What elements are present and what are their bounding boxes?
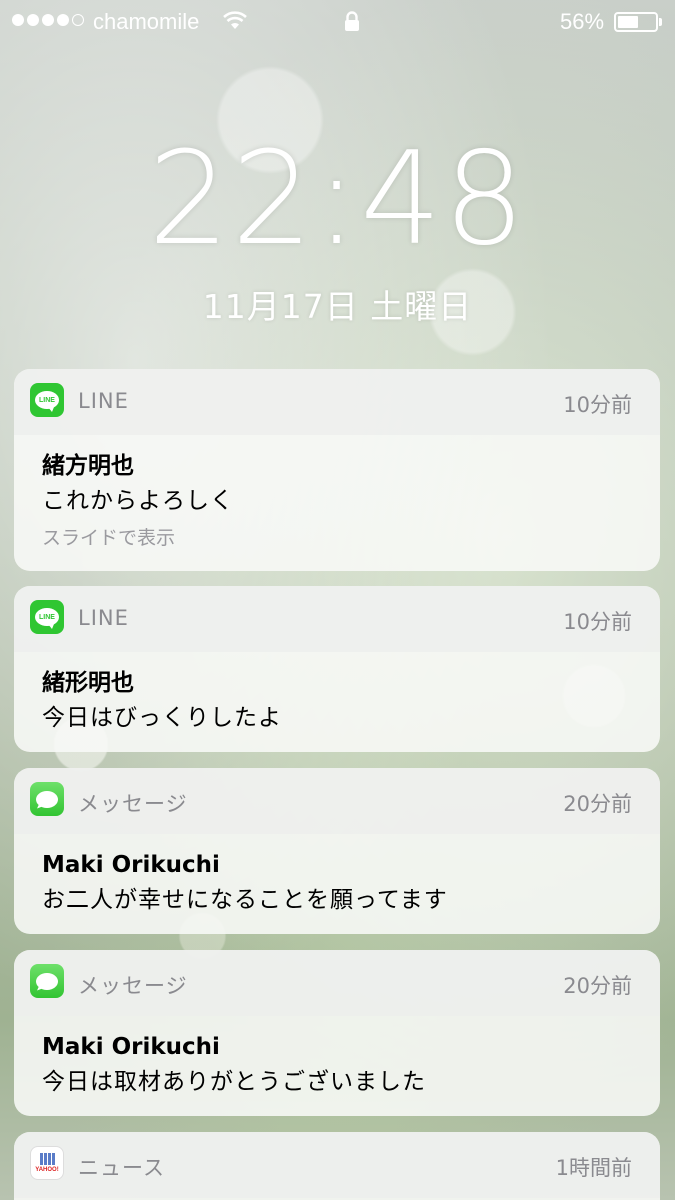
notification-header: LINE LINE 10分前: [14, 586, 660, 652]
notification-time: 20分前: [563, 974, 632, 998]
notification-sender: Maki Orikuchi: [42, 852, 220, 878]
notification-app-name: メッセージ: [78, 792, 188, 816]
notification-card[interactable]: YAHOO! ニュース 1時間前: [14, 1132, 660, 1200]
notification-message: これからよろしく: [42, 488, 234, 514]
carrier-name: chamomile: [93, 9, 200, 34]
battery-percentage: 56%: [560, 9, 605, 34]
signal-strength-icon: [12, 14, 84, 26]
notification-app-name: メッセージ: [78, 974, 188, 998]
slide-to-view-hint: スライドで表示: [42, 527, 176, 549]
notification-app-name: LINE: [78, 389, 129, 413]
notification-message: お二人が幸せになることを願ってます: [42, 887, 448, 913]
wifi-icon: [222, 10, 248, 36]
notification-app-name: LINE: [78, 606, 129, 630]
notification-sender: 緒方明也: [42, 453, 134, 479]
status-bar: chamomile 56%: [0, 0, 675, 44]
lock-screen-date: 11月17日 土曜日: [202, 287, 473, 326]
yahoo-news-icon: YAHOO!: [30, 1146, 64, 1180]
notification-sender: Maki Orikuchi: [42, 1034, 220, 1060]
notification-header: YAHOO! ニュース 1時間前: [14, 1132, 660, 1198]
notification-card[interactable]: LINE LINE 10分前 緒形明也 今日はびっくりしたよ: [14, 586, 660, 752]
battery-icon: [614, 12, 658, 32]
notification-time: 10分前: [563, 393, 632, 417]
line-app-icon: LINE: [30, 383, 64, 417]
notification-sender: 緒形明也: [42, 670, 134, 696]
notification-time: 10分前: [563, 610, 632, 634]
notification-card[interactable]: メッセージ 20分前 Maki Orikuchi お二人が幸せになることを願って…: [14, 768, 660, 934]
lock-icon: [343, 11, 361, 39]
notification-card[interactable]: LINE LINE 10分前 緒方明也 これからよろしく スライドで表示: [14, 369, 660, 571]
notification-header: メッセージ 20分前: [14, 950, 660, 1016]
notification-time: 1時間前: [555, 1156, 632, 1180]
battery-nub: [659, 18, 662, 26]
notification-message: 今日はびっくりしたよ: [42, 705, 282, 731]
line-app-icon: LINE: [30, 600, 64, 634]
messages-app-icon: [30, 964, 64, 998]
battery-level-fill: [618, 16, 638, 28]
notification-header: メッセージ 20分前: [14, 768, 660, 834]
notification-header: LINE LINE 10分前: [14, 369, 660, 435]
notification-time: 20分前: [563, 792, 632, 816]
notification-message: 今日は取材ありがとうございました: [42, 1069, 426, 1095]
lock-screen-time: 22:48: [148, 125, 527, 274]
notification-card[interactable]: メッセージ 20分前 Maki Orikuchi 今日は取材ありがとうございまし…: [14, 950, 660, 1116]
notification-app-name: ニュース: [78, 1156, 165, 1180]
messages-app-icon: [30, 782, 64, 816]
